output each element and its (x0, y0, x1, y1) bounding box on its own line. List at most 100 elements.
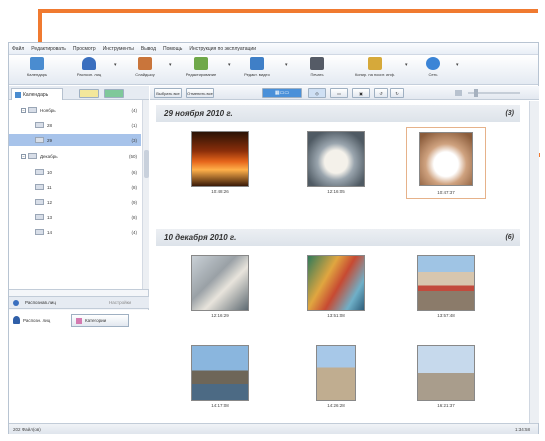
calendar-tab-icon (15, 91, 21, 98)
collapse-icon[interactable]: − (21, 153, 26, 159)
menu-view[interactable]: Просмотр (73, 46, 96, 52)
thumbnail-scrollbar[interactable] (529, 101, 539, 423)
tab-face-recognition[interactable]: Распознав.лиц (25, 300, 56, 305)
media-view-button[interactable] (104, 89, 124, 98)
view-mode-button[interactable]: ▦▭▭ (262, 88, 302, 98)
tree-item-day[interactable]: 10 (6) (9, 166, 141, 178)
calendar-icon (30, 57, 44, 70)
frame-icon: ▭ (337, 90, 341, 96)
calendar-folder-icon (35, 229, 44, 235)
thumbnail-selected[interactable]: 10:47:37 (406, 127, 486, 199)
tree-item-day[interactable]: 11 (8) (9, 181, 141, 193)
zoom-slider[interactable] (468, 89, 520, 97)
zoom-slider-thumb[interactable] (474, 89, 478, 97)
slideshow-icon (138, 57, 152, 70)
toolbar-dropdown-arrow-icon[interactable]: ▾ (285, 62, 288, 68)
status-bar: 202 Файл(ов) 1:34:58 (9, 423, 538, 434)
thumbnail[interactable]: 13:51:08 (296, 251, 376, 323)
rotate-left-button[interactable]: ↺ (374, 88, 388, 98)
thumbnail[interactable]: 12:16:29 (180, 251, 260, 323)
toolbar-slideshow-button[interactable]: Слайдшоу (123, 57, 167, 77)
toolbar-network-button[interactable]: Сеть (411, 57, 455, 77)
select-all-button[interactable]: Выбрать все (154, 88, 182, 98)
person-icon (13, 316, 20, 324)
toolbar-dropdown-arrow-icon[interactable]: ▾ (405, 62, 408, 68)
menu-help[interactable]: Помощь (163, 46, 182, 52)
tab-calendar[interactable]: Календарь (11, 88, 63, 100)
menu-bar: Файл Редактировать Просмотр Инструменты … (9, 43, 538, 55)
edit-photo-icon (194, 57, 208, 70)
photo-arch (417, 345, 475, 401)
tree-scrollbar[interactable] (142, 100, 149, 289)
tree-item-day[interactable]: 12 (9) (9, 196, 141, 208)
photo-cat (307, 131, 365, 187)
toolbar-calendar-button[interactable]: Календарь (15, 57, 59, 77)
rotate-right-button[interactable]: ↻ (390, 88, 404, 98)
tree-scroll-thumb[interactable] (144, 150, 149, 178)
zoom-icon: ◎ (315, 90, 319, 96)
left-panel: Календарь − Ноябрь (4) 28 (1) 29 (3) − Д… (9, 86, 149, 423)
toolbar-copy-media-button[interactable]: Копир. на носит. инф. (347, 57, 403, 77)
app-window: Файл Редактировать Просмотр Инструменты … (8, 42, 539, 434)
status-file-count: 202 Файл(ов) (13, 427, 41, 432)
tree-item-month-november[interactable]: − Ноябрь (4) (9, 104, 141, 116)
photo-sunset (191, 131, 249, 187)
thumbnail[interactable]: 10:48:26 (180, 127, 260, 199)
calendar-folder-icon (35, 169, 44, 175)
calendar-folder-icon (35, 137, 44, 143)
toolbar-dropdown-arrow-icon[interactable]: ▾ (114, 62, 117, 68)
status-duration: 1:34:58 (514, 427, 530, 432)
menu-edit[interactable]: Редактировать (31, 46, 66, 52)
thumbnail[interactable]: 13:57:48 (406, 251, 486, 323)
tree-item-day[interactable]: 28 (1) (9, 119, 141, 131)
thumbnail-grid: 29 ноября 2010 г. (3) 10:48:26 12:16:05 … (150, 101, 528, 423)
toolbar-dropdown-arrow-icon[interactable]: ▾ (228, 62, 231, 68)
thumbnail[interactable]: 14:26:28 (296, 341, 376, 413)
callout-line-top-horizontal (38, 9, 538, 13)
thumbnail[interactable]: 14:17:08 (180, 341, 260, 413)
tab-settings[interactable]: Настройки (109, 300, 131, 305)
zoom-view-button[interactable]: ◎ (308, 88, 326, 98)
tree-item-day[interactable]: 13 (8) (9, 211, 141, 223)
toolbar-dropdown-arrow-icon[interactable]: ▾ (169, 62, 172, 68)
group-button[interactable]: ▣ (352, 88, 370, 98)
date-group-header: 29 ноября 2010 г. (3) (156, 105, 520, 122)
date-group-header: 10 декабря 2010 г. (6) (156, 229, 520, 246)
group-icon: ▣ (359, 90, 363, 96)
face-panel: Распозн. лиц Категории (9, 310, 149, 423)
photo-cat-close (419, 132, 473, 186)
copy-media-icon (368, 57, 382, 70)
calendar-folder-icon (35, 122, 44, 128)
lower-tabs: Распознав.лиц Настройки (9, 296, 149, 309)
thumbnail[interactable]: 16:21:37 (406, 341, 486, 413)
category-button[interactable]: Категории (71, 314, 129, 327)
photo-building (417, 255, 475, 311)
tree-item-day[interactable]: 14 (4) (9, 226, 141, 238)
photo-tower (316, 345, 356, 401)
menu-file[interactable]: Файл (12, 46, 24, 52)
main-toolbar: Календарь Распозн. лиц ▾ Слайдшоу ▾ Реда… (9, 55, 538, 85)
toolbar-video-edit-button[interactable]: Редакт. видео (235, 57, 279, 77)
face-tab-icon (13, 300, 19, 306)
thumbnail-area: Выбрать все Отменить все ▦▭▭ ◎ ▭ ▣ ↺ ↻ 2… (150, 86, 539, 423)
menu-manual[interactable]: Инструкция по эксплуатации (189, 46, 256, 52)
calendar-folder-icon (28, 107, 37, 113)
category-icon (76, 317, 82, 324)
folder-view-button[interactable] (79, 89, 99, 98)
tree-item-day-selected[interactable]: 29 (3) (9, 134, 141, 146)
video-edit-icon (250, 57, 264, 70)
collapse-icon[interactable]: − (21, 107, 26, 113)
toolbar-dropdown-arrow-icon[interactable]: ▾ (456, 62, 459, 68)
toolbar-face-button[interactable]: Распозн. лиц (67, 57, 111, 77)
thumbnail[interactable]: 12:16:05 (296, 127, 376, 199)
menu-tools[interactable]: Инструменты (103, 46, 134, 52)
toolbar-print-button[interactable]: Печать (295, 57, 339, 77)
small-size-icon (455, 90, 462, 96)
frame-view-button[interactable]: ▭ (330, 88, 348, 98)
calendar-folder-icon (28, 153, 37, 159)
menu-output[interactable]: Вывод (141, 46, 156, 52)
face-label[interactable]: Распозн. лиц (23, 318, 50, 323)
toolbar-edit-button[interactable]: Редактирование (179, 57, 223, 77)
deselect-all-button[interactable]: Отменить все (186, 88, 214, 98)
tree-item-month-december[interactable]: − Декабрь (50) (9, 150, 141, 162)
